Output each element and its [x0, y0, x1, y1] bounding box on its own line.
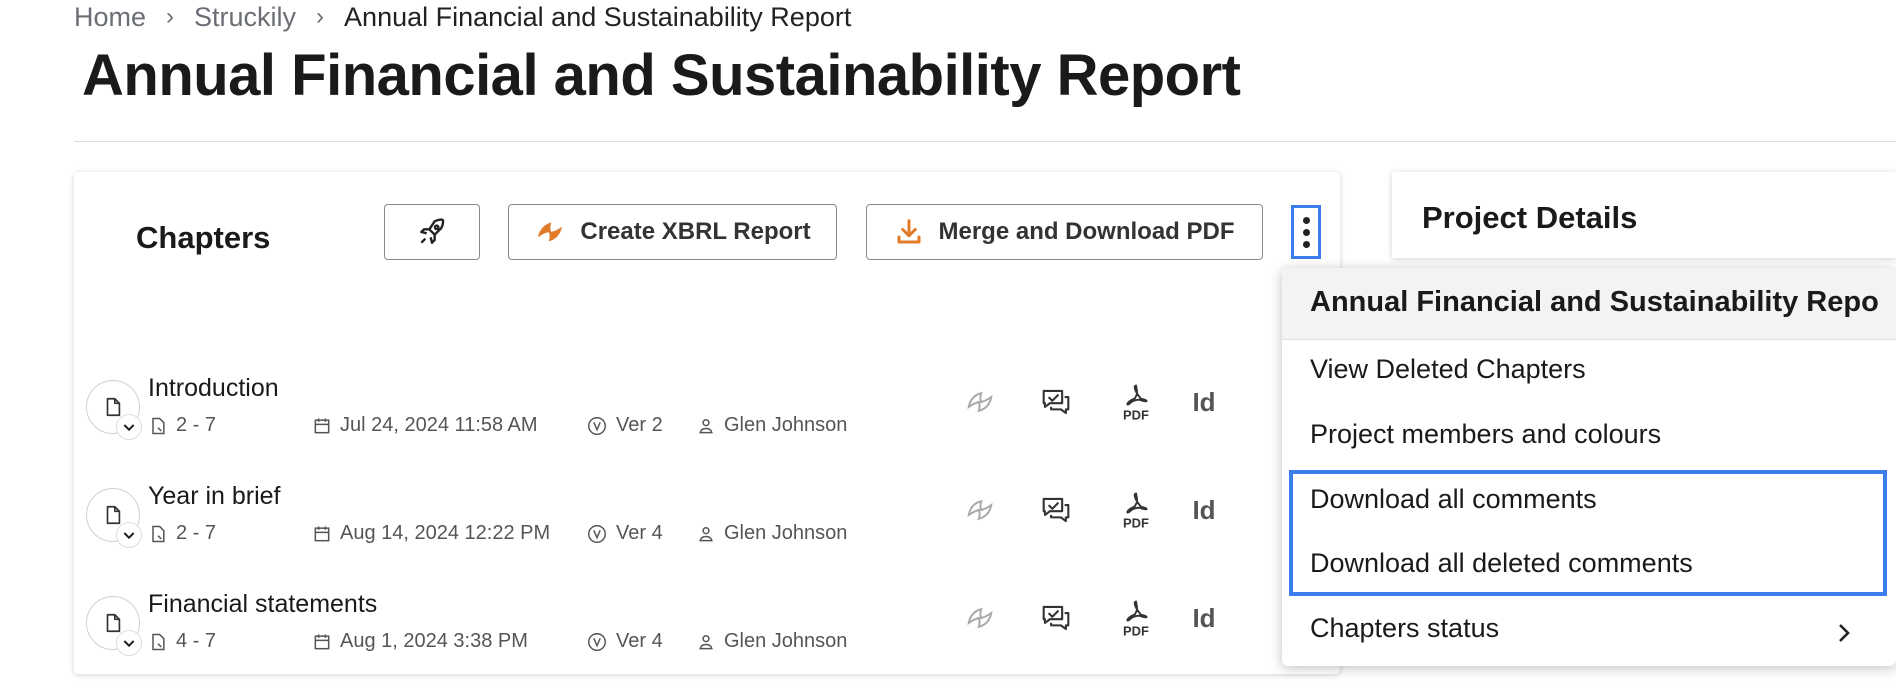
menu-header: Annual Financial and Sustainability Repo — [1282, 268, 1896, 340]
xbrl-tag-icon[interactable] — [960, 382, 1000, 422]
menu-header-title: Annual Financial and Sustainability Repo — [1310, 286, 1879, 318]
merge-download-pdf-button[interactable]: Merge and Download PDF — [866, 204, 1263, 260]
chapter-date: Aug 14, 2024 12:22 PM — [312, 522, 550, 545]
comments-icon[interactable] — [1036, 382, 1076, 422]
comments-icon[interactable] — [1036, 598, 1076, 638]
kebab-dot — [1302, 216, 1310, 224]
user-icon — [699, 418, 713, 433]
chapter-name[interactable]: Introduction — [148, 374, 279, 403]
page-range-icon — [152, 525, 165, 542]
breadcrumb: Home › Struckily › Annual Financial and … — [74, 0, 851, 34]
menu-item-chapters-status[interactable]: Chapters status — [1310, 613, 1499, 644]
svg-text:PDF: PDF — [1123, 624, 1149, 638]
breadcrumb-separator: › — [166, 3, 175, 30]
menu-item-project-members[interactable]: Project members and colours — [1310, 419, 1661, 450]
options-menu: Annual Financial and Sustainability Repo… — [1282, 268, 1896, 666]
merge-download-pdf-label: Merge and Download PDF — [938, 218, 1235, 245]
chapter-pages: 4 - 7 — [148, 630, 216, 653]
chapters-title: Chapters — [136, 220, 271, 255]
project-details-title: Project Details — [1422, 200, 1638, 235]
kebab-dot — [1302, 228, 1310, 236]
rocket-icon — [420, 218, 445, 244]
page-title: Annual Financial and Sustainability Repo… — [82, 43, 1241, 108]
chapter-version: Ver 2 — [586, 414, 663, 437]
breadcrumb-separator: › — [316, 3, 325, 30]
create-xbrl-button[interactable]: Create XBRL Report — [508, 204, 837, 260]
xbrl-tag-icon[interactable] — [960, 490, 1000, 530]
chapter-row[interactable]: Financial statements 4 - 7 Aug 1, 2024 3… — [86, 590, 1266, 690]
chevron-down-icon[interactable] — [116, 414, 142, 440]
chapter-row[interactable]: Year in brief 2 - 7 Aug 14, 2024 12:22 P… — [86, 482, 1266, 582]
svg-text:PDF: PDF — [1123, 408, 1149, 422]
chevron-right-icon[interactable] — [1832, 620, 1856, 651]
id-tag[interactable]: Id — [1184, 382, 1224, 422]
chapter-version: Ver 4 — [586, 522, 663, 545]
xbrl-tag-icon[interactable] — [960, 598, 1000, 638]
breadcrumb-current: Annual Financial and Sustainability Repo… — [344, 1, 852, 32]
divider — [74, 141, 1896, 142]
version-icon — [588, 632, 606, 651]
download-icon — [897, 219, 921, 244]
calendar-icon — [314, 634, 330, 649]
user-icon — [699, 634, 713, 649]
pdf-icon[interactable]: PDF — [1116, 382, 1156, 422]
calendar-icon — [314, 526, 330, 541]
chapter-name[interactable]: Year in brief — [148, 482, 281, 511]
breadcrumb-project[interactable]: Struckily — [194, 2, 296, 33]
id-tag[interactable]: Id — [1184, 490, 1224, 530]
breadcrumb-home[interactable]: Home — [74, 2, 146, 33]
svg-text:PDF: PDF — [1123, 516, 1149, 530]
more-options-button[interactable] — [1291, 205, 1321, 259]
chapter-pages: 2 - 7 — [148, 522, 216, 545]
chevron-down-icon[interactable] — [116, 630, 142, 656]
page-range-icon — [152, 633, 165, 650]
chevron-down-icon[interactable] — [116, 522, 142, 548]
user-icon — [699, 526, 713, 541]
chapter-date: Jul 24, 2024 11:58 AM — [312, 414, 538, 437]
chapter-user: Glen Johnson — [696, 414, 847, 437]
chapter-version: Ver 4 — [586, 630, 663, 653]
chapter-row[interactable]: Introduction 2 - 7 Jul 24, 2024 11:58 AM… — [86, 374, 1266, 474]
id-tag[interactable]: Id — [1184, 598, 1224, 638]
chapter-user: Glen Johnson — [696, 630, 847, 653]
pdf-icon[interactable]: PDF — [1116, 490, 1156, 530]
calendar-icon — [314, 418, 330, 433]
version-icon — [588, 416, 606, 435]
create-xbrl-label: Create XBRL Report — [580, 218, 811, 245]
pdf-icon[interactable]: PDF — [1116, 598, 1156, 638]
chapter-name[interactable]: Financial statements — [148, 590, 377, 619]
page-range-icon — [152, 417, 165, 434]
selection-highlight — [1289, 470, 1887, 596]
xbrl-icon — [538, 222, 563, 242]
version-icon — [588, 524, 606, 543]
chapter-user: Glen Johnson — [696, 522, 847, 545]
chapter-date: Aug 1, 2024 3:38 PM — [312, 630, 528, 653]
menu-item-view-deleted-chapters[interactable]: View Deleted Chapters — [1310, 354, 1586, 385]
comments-icon[interactable] — [1036, 490, 1076, 530]
rocket-button[interactable] — [384, 204, 480, 260]
kebab-dot — [1302, 240, 1310, 248]
chapter-pages: 2 - 7 — [148, 414, 216, 437]
